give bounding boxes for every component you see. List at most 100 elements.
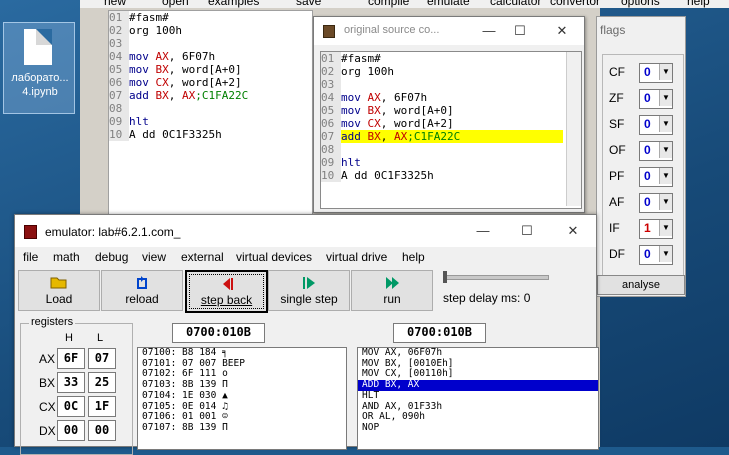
close-icon[interactable]: ✕ <box>552 21 572 41</box>
toolbar-examples-button[interactable]: examples <box>208 0 259 8</box>
flag-select-of[interactable]: 0 ▼ <box>639 141 673 161</box>
chevron-down-icon[interactable]: ▼ <box>659 194 672 210</box>
flag-select-if[interactable]: 1 ▼ <box>639 219 673 239</box>
step-delay-slider[interactable] <box>443 271 549 285</box>
editor-code-area[interactable]: 01 #fasm# 02 org 100h 03 04 mov AX, 6F07h 05 mov… <box>108 10 313 215</box>
flag-select-zf[interactable]: 0 ▼ <box>639 89 673 109</box>
line-text: mov BX, word[A+0] <box>129 63 242 76</box>
chevron-down-icon[interactable]: ▼ <box>659 168 672 184</box>
line-text: hlt <box>341 156 361 169</box>
register-high-byte[interactable]: 33 <box>57 372 85 393</box>
flag-select-sf[interactable]: 0 ▼ <box>639 115 673 135</box>
chevron-down-icon[interactable]: ▼ <box>659 220 672 236</box>
line-number: 07 <box>109 89 129 102</box>
toolbar-options-button[interactable]: options <box>621 0 660 8</box>
minimize-icon[interactable]: — <box>479 21 499 41</box>
register-low-byte[interactable]: 00 <box>88 420 116 441</box>
memory-row[interactable]: 07104: 1E 030 ▲ <box>138 390 346 402</box>
line-text: add BX, AX;C1FA22C <box>129 89 249 102</box>
line-number: 03 <box>321 78 341 91</box>
toolbar-emulate-button[interactable]: emulate <box>427 0 470 8</box>
flag-select-af[interactable]: 0 ▼ <box>639 193 673 213</box>
disassembly-address-field[interactable]: 0700:010B <box>393 323 486 343</box>
code-line: 10 A dd 0C1F3325h <box>109 128 312 141</box>
menu-math[interactable]: math <box>53 250 80 264</box>
disassembly-row[interactable]: HLT <box>358 390 598 402</box>
disassembly-row[interactable]: NOP <box>358 422 598 434</box>
line-number: 05 <box>109 63 129 76</box>
register-low-byte[interactable]: 25 <box>88 372 116 393</box>
flag-value: 0 <box>644 247 651 261</box>
menu-debug[interactable]: debug <box>95 250 128 264</box>
menu-external[interactable]: external <box>181 250 224 264</box>
source-code-area[interactable]: 01 #fasm# 02 org 100h 03 04 mov AX, 6F07h 05 mov… <box>320 51 582 209</box>
chevron-down-icon[interactable]: ▼ <box>659 116 672 132</box>
single-step-button[interactable]: single step <box>268 270 350 311</box>
run-button[interactable]: run <box>351 270 433 311</box>
emulator-window: emulator: lab#6.2.1.com_ — ☐ ✕ file math… <box>14 214 599 455</box>
code-line: 03 <box>109 37 312 50</box>
menu-help[interactable]: help <box>402 250 425 264</box>
maximize-icon[interactable]: ☐ <box>510 21 530 41</box>
flags-window: flags CF 0 ▼ ZF 0 ▼ SF 0 ▼ OF 0 ▼ PF 0 ▼ AF 0 ▼ IF 1 ▼ DF 0 ▼ <box>596 16 686 297</box>
toolbar-open-button[interactable]: open <box>162 0 189 8</box>
reload-button[interactable]: reload <box>101 270 183 311</box>
register-high-byte[interactable]: 6F <box>57 348 85 369</box>
load-button[interactable]: Load <box>18 270 100 311</box>
desktop-file-label: лаборато... 4.ipynb <box>11 72 69 98</box>
menu-virtual-devices[interactable]: virtual devices <box>236 250 312 264</box>
menu-file[interactable]: file <box>23 250 38 264</box>
line-number: 02 <box>321 65 341 78</box>
app-icon <box>323 25 335 38</box>
chevron-down-icon[interactable]: ▼ <box>659 142 672 158</box>
chevron-down-icon[interactable]: ▼ <box>659 90 672 106</box>
source-title-bar[interactable]: original source co... — ☐ ✕ <box>314 17 584 45</box>
step-back-button[interactable]: step back <box>185 270 268 313</box>
code-line: 10 A dd 0C1F3325h <box>321 169 581 182</box>
disassembly-row[interactable]: ADD BX, AX <box>358 379 598 391</box>
register-low-byte[interactable]: 1F <box>88 396 116 417</box>
line-number: 06 <box>321 117 341 130</box>
chevron-down-icon[interactable]: ▼ <box>659 246 672 262</box>
flag-select-df[interactable]: 0 ▼ <box>639 245 673 265</box>
toolbar-new-button[interactable]: new <box>104 0 126 8</box>
maximize-icon[interactable]: ☐ <box>517 221 537 241</box>
low-byte-header: L <box>97 332 104 344</box>
toolbar-calculator-button[interactable]: calculator <box>490 0 541 8</box>
register-low-byte[interactable]: 07 <box>88 348 116 369</box>
desktop-file-icon[interactable]: лаборато... 4.ipynb <box>3 22 75 114</box>
emulator-title-bar[interactable]: emulator: lab#6.2.1.com_ — ☐ ✕ <box>15 215 596 247</box>
disassembly-list[interactable]: MOV AX, 06F07h MOV BX, [0010Eh] MOV CX, [0… <box>357 347 599 450</box>
minimize-icon[interactable]: — <box>473 221 493 241</box>
toolbar-save-button[interactable]: save <box>296 0 321 8</box>
memory-address-field[interactable]: 0700:010B <box>172 323 265 343</box>
line-number: 08 <box>321 143 341 156</box>
chevron-down-icon[interactable]: ▼ <box>659 64 672 80</box>
menu-virtual-drive[interactable]: virtual drive <box>326 250 387 264</box>
close-icon[interactable]: ✕ <box>563 221 583 241</box>
register-row-bx: BX 33 25 <box>21 372 132 394</box>
high-byte-header: H <box>65 332 73 344</box>
analyse-button[interactable]: analyse <box>597 275 685 295</box>
toolbar-compile-button[interactable]: compile <box>368 0 409 8</box>
flag-select-cf[interactable]: 0 ▼ <box>639 63 673 83</box>
memory-row[interactable]: 07107: 8B 139 П <box>138 422 346 434</box>
emulator-menu-bar: file math debug view external virtual de… <box>15 247 596 267</box>
disassembly-row[interactable]: OR AL, 090h <box>358 412 598 423</box>
flag-label: ZF <box>609 91 624 105</box>
code-line: 08 <box>109 102 312 115</box>
vertical-scrollbar[interactable] <box>566 52 581 206</box>
register-high-byte[interactable]: 00 <box>57 420 85 441</box>
register-high-byte[interactable]: 0C <box>57 396 85 417</box>
line-number: 10 <box>321 169 341 182</box>
line-text: mov CX, word[A+2] <box>129 76 242 89</box>
menu-view[interactable]: view <box>142 250 166 264</box>
toolbar-convertor-button[interactable]: convertor <box>550 0 600 8</box>
toolbar-help-button[interactable]: help <box>687 0 710 8</box>
step-back-label: step back <box>200 293 253 307</box>
slider-thumb[interactable] <box>443 271 447 283</box>
flag-row-df: DF 0 ▼ <box>609 245 679 265</box>
flag-select-pf[interactable]: 0 ▼ <box>639 167 673 187</box>
memory-list[interactable]: 07100: B8 184 ╕ 07101: 07 007 BEEP 07102: … <box>137 347 347 450</box>
line-number: 06 <box>109 76 129 89</box>
